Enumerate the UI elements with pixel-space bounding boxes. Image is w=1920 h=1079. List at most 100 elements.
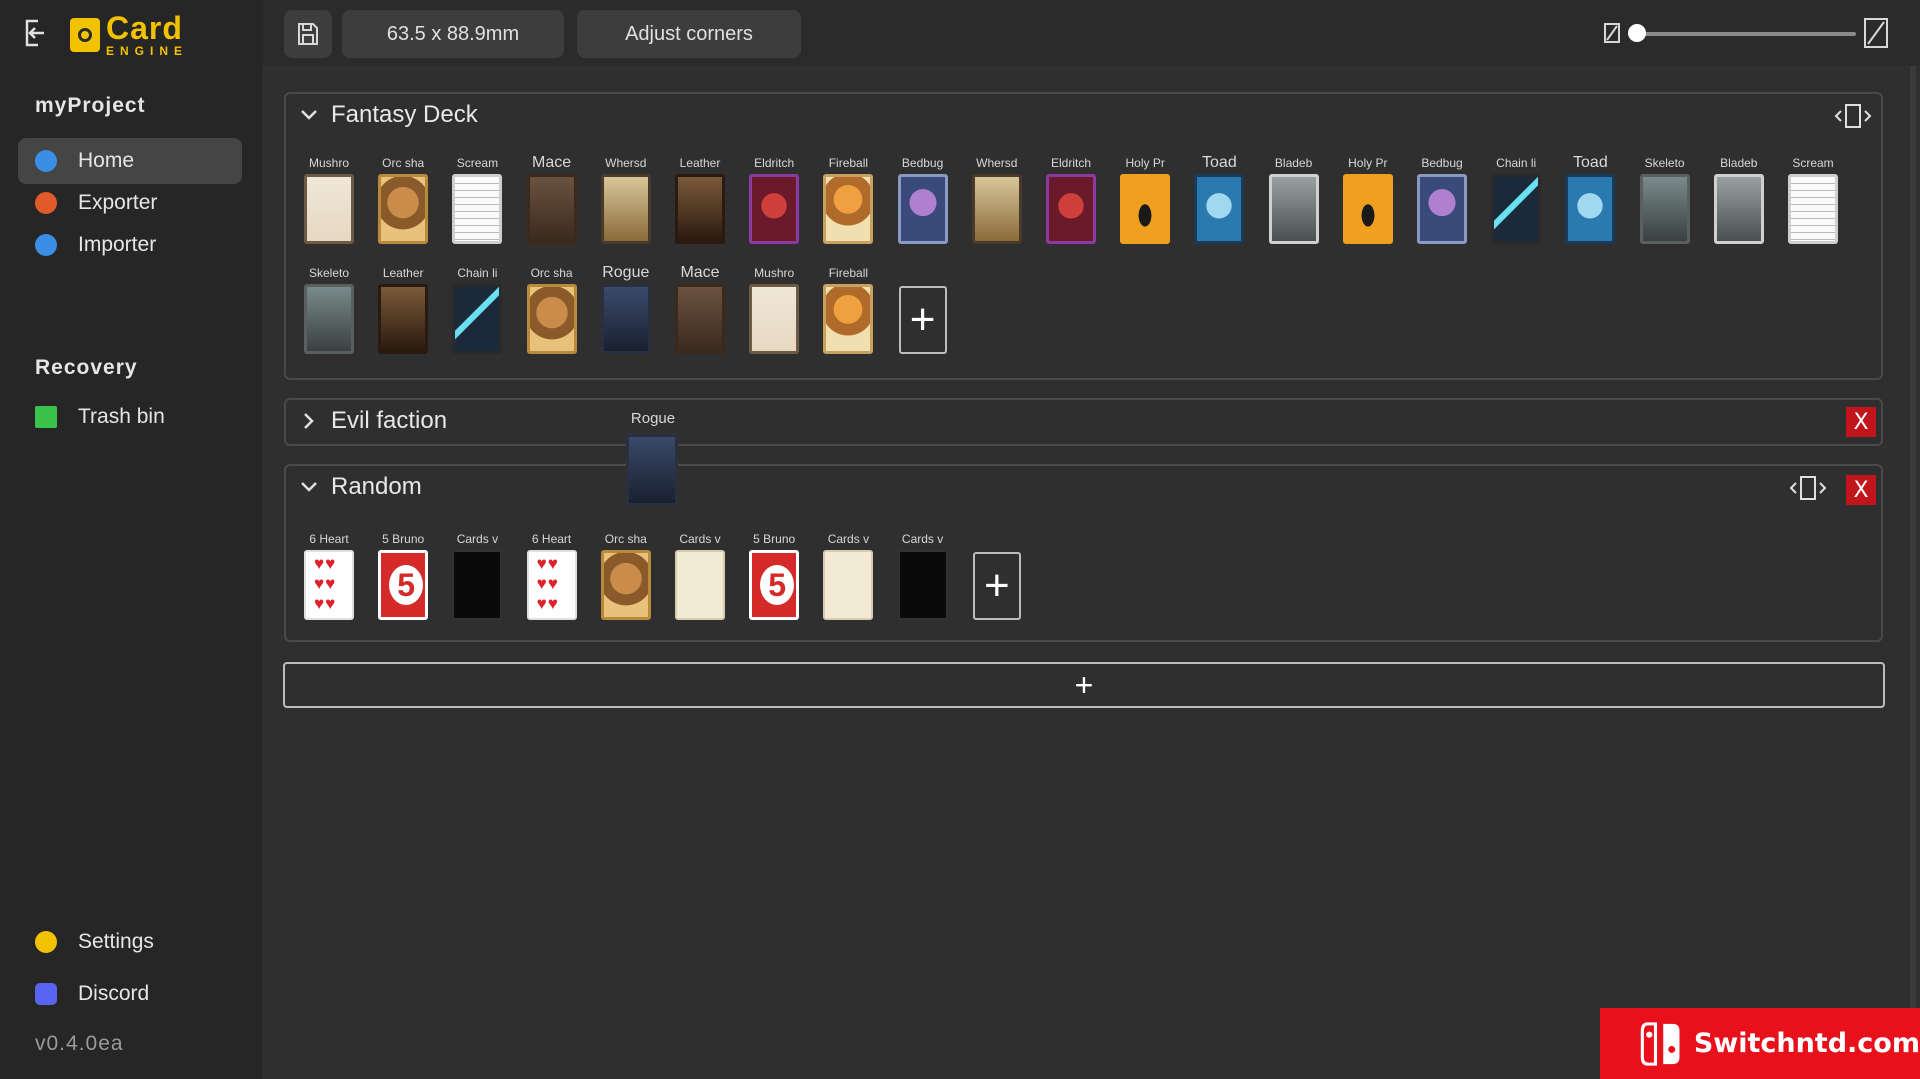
card[interactable]: Mushro bbox=[300, 156, 358, 244]
deck-title[interactable]: Evil faction bbox=[331, 407, 447, 435]
dragged-card[interactable]: Rogue bbox=[626, 410, 680, 506]
chevron-right-icon[interactable] bbox=[300, 412, 318, 430]
card[interactable]: Whersd bbox=[597, 156, 655, 244]
card-image bbox=[823, 550, 874, 620]
card[interactable]: Bladeb bbox=[1710, 156, 1768, 244]
card[interactable]: Bladeb bbox=[1265, 156, 1323, 244]
card[interactable]: 5 Bruno bbox=[745, 532, 803, 620]
card[interactable]: Rogue bbox=[597, 264, 655, 354]
card[interactable]: Mace bbox=[671, 264, 729, 354]
card-size-button[interactable]: 63.5 x 88.9mm bbox=[342, 10, 564, 58]
add-card-button[interactable]: + bbox=[972, 552, 1021, 620]
save-button[interactable] bbox=[284, 10, 332, 58]
card[interactable]: Fireball bbox=[819, 156, 877, 244]
card-image bbox=[304, 284, 354, 354]
top-bar: Card ENGINE 63.5 x 88.9mm Adjust corners bbox=[0, 0, 1920, 66]
card-name: Eldritch bbox=[1050, 156, 1091, 170]
card[interactable]: Bedbug bbox=[1413, 156, 1471, 244]
exit-icon[interactable] bbox=[22, 18, 50, 48]
card[interactable]: Mushro bbox=[745, 266, 803, 354]
card[interactable]: Eldritch bbox=[745, 156, 803, 244]
nav-home[interactable]: Home bbox=[18, 138, 242, 184]
card[interactable]: Orc sha bbox=[374, 156, 432, 244]
card[interactable]: Cards v bbox=[894, 532, 952, 620]
deck-header[interactable]: Random X bbox=[286, 466, 1881, 510]
card-name: Cards v bbox=[901, 532, 944, 546]
card[interactable]: Cards v bbox=[448, 532, 506, 620]
card-name: Bedbug bbox=[901, 156, 944, 170]
card-image bbox=[1565, 174, 1616, 244]
card-image bbox=[526, 284, 577, 354]
card[interactable]: Fireball bbox=[819, 266, 877, 354]
logo-gear-icon bbox=[70, 17, 100, 52]
card-name: Bladeb bbox=[1274, 156, 1313, 170]
delete-deck-button[interactable]: X bbox=[1846, 407, 1876, 437]
gear-icon bbox=[35, 931, 57, 953]
zoom-slider-knob[interactable] bbox=[1628, 24, 1646, 42]
recovery-section-title: Recovery bbox=[35, 356, 138, 379]
card-image bbox=[378, 550, 429, 620]
nav-exporter[interactable]: Exporter bbox=[18, 180, 242, 226]
card[interactable]: Toad bbox=[1561, 154, 1619, 244]
card-image bbox=[897, 550, 948, 620]
zoom-slider-track[interactable] bbox=[1636, 32, 1856, 36]
card[interactable]: Scream bbox=[1784, 156, 1842, 244]
card[interactable]: Eldritch bbox=[1042, 156, 1100, 244]
card[interactable]: Cards v bbox=[819, 532, 877, 620]
card[interactable]: Leather bbox=[374, 266, 432, 354]
card-image bbox=[304, 550, 354, 620]
card[interactable]: Chain li bbox=[1487, 156, 1545, 244]
card-image bbox=[1713, 174, 1764, 244]
card[interactable]: Whersd bbox=[968, 156, 1026, 244]
card-name: Skeleto bbox=[308, 266, 350, 280]
card-name: Leather bbox=[382, 266, 424, 280]
nav-trash-bin[interactable]: Trash bin bbox=[18, 394, 242, 440]
deck-header[interactable]: Fantasy Deck bbox=[286, 94, 1881, 138]
deck-title[interactable]: Random bbox=[331, 473, 422, 501]
logo-subtitle: ENGINE bbox=[106, 44, 189, 58]
zoom-in-card-icon[interactable] bbox=[1864, 18, 1888, 48]
card[interactable]: Toad bbox=[1190, 154, 1248, 244]
add-deck-button[interactable]: + bbox=[283, 662, 1885, 708]
card[interactable]: Scream bbox=[448, 156, 506, 244]
card[interactable]: Bedbug bbox=[894, 156, 952, 244]
card[interactable]: 6 Heart bbox=[523, 532, 581, 620]
watermark-banner: Switchntd.com bbox=[1600, 1008, 1920, 1079]
card-size-fit-icon[interactable] bbox=[1787, 474, 1829, 502]
card[interactable]: Orc sha bbox=[523, 266, 581, 354]
chevron-down-icon[interactable] bbox=[300, 106, 318, 124]
adjust-corners-button[interactable]: Adjust corners bbox=[577, 10, 801, 58]
card-image bbox=[1194, 174, 1245, 244]
card[interactable]: Leather bbox=[671, 156, 729, 244]
card[interactable]: Skeleto bbox=[1636, 156, 1694, 244]
nav-settings-label: Settings bbox=[78, 930, 154, 953]
card-image bbox=[823, 174, 874, 244]
card[interactable]: Skeleto bbox=[300, 266, 358, 354]
card[interactable]: 6 Heart bbox=[300, 532, 358, 620]
card[interactable]: Cards v bbox=[671, 532, 729, 620]
chevron-down-icon[interactable] bbox=[300, 478, 318, 496]
nav-importer[interactable]: Importer bbox=[18, 222, 242, 268]
delete-deck-button[interactable]: X bbox=[1846, 475, 1876, 505]
card-image bbox=[1491, 174, 1542, 244]
zoom-out-card-icon[interactable] bbox=[1604, 23, 1620, 43]
deck-title[interactable]: Fantasy Deck bbox=[331, 101, 478, 129]
card-name: Cards v bbox=[456, 532, 499, 546]
card[interactable]: Holy Pr bbox=[1116, 156, 1174, 244]
add-card-button[interactable]: + bbox=[898, 286, 947, 354]
nav-discord[interactable]: Discord bbox=[18, 971, 242, 1017]
card[interactable]: 5 Bruno bbox=[374, 532, 432, 620]
card-name: Orc sha bbox=[604, 532, 647, 546]
nav-settings[interactable]: Settings bbox=[18, 919, 242, 965]
card-image bbox=[600, 550, 651, 620]
card-name: Scream bbox=[1792, 156, 1834, 170]
vertical-scrollbar[interactable] bbox=[1910, 66, 1916, 1079]
card-image bbox=[1788, 174, 1838, 244]
card[interactable]: Chain li bbox=[448, 266, 506, 354]
card[interactable]: Orc sha bbox=[597, 532, 655, 620]
card[interactable]: Mace bbox=[523, 154, 581, 244]
card-size-fit-icon[interactable] bbox=[1832, 102, 1874, 130]
deck-header[interactable]: Evil faction X bbox=[286, 400, 1881, 444]
card[interactable]: Holy Pr bbox=[1339, 156, 1397, 244]
deck-panel: Fantasy Deck Mushro Orc sha Scream Mace Wher… bbox=[284, 92, 1883, 380]
